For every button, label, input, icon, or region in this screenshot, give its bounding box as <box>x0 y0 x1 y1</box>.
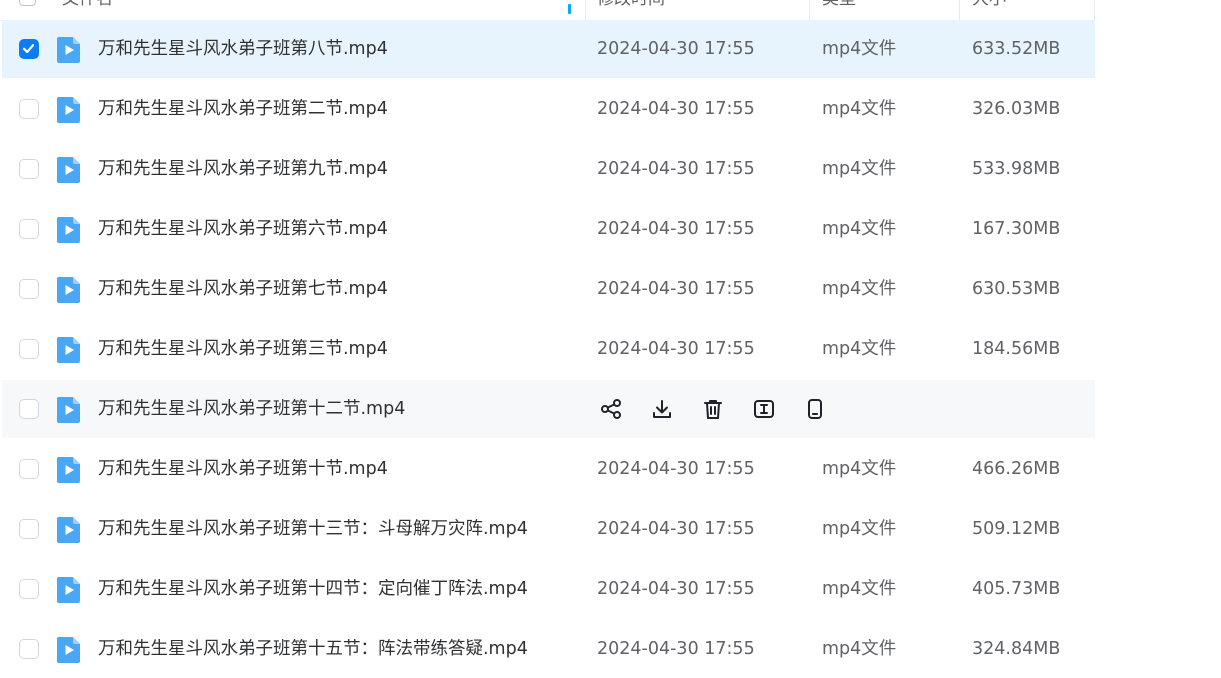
video-file-icon <box>56 636 82 664</box>
file-row-checkbox[interactable] <box>19 339 39 359</box>
video-file-icon <box>56 396 82 424</box>
file-name[interactable]: 万和先生星斗风水弟子班第八节.mp4 <box>98 20 388 78</box>
file-row-checkbox[interactable] <box>19 39 39 59</box>
file-name[interactable]: 万和先生星斗风水弟子班第九节.mp4 <box>98 140 388 198</box>
file-size: 630.53MB <box>972 279 1061 299</box>
file-size: 466.26MB <box>972 459 1061 479</box>
file-modified-time: 2024-04-30 17:55 <box>597 519 755 539</box>
file-type: mp4文件 <box>822 519 897 539</box>
file-name[interactable]: 万和先生星斗风水弟子班第六节.mp4 <box>98 200 388 258</box>
file-row[interactable]: 万和先生星斗风水弟子班第七节.mp4 2024-04-30 17:55 mp4文件 6… <box>2 260 1095 318</box>
file-row[interactable]: 万和先生星斗风水弟子班第十五节：阵法带练答疑.mp4 2024-04-30 17:… <box>2 620 1095 678</box>
file-size: 326.03MB <box>972 99 1061 119</box>
video-file-icon <box>56 276 82 304</box>
file-name[interactable]: 万和先生星斗风水弟子班第十四节：定向催丁阵法.mp4 <box>98 560 528 618</box>
file-size: 533.98MB <box>972 159 1061 179</box>
file-type: mp4文件 <box>822 219 897 239</box>
video-file-icon <box>56 156 82 184</box>
file-name[interactable]: 万和先生星斗风水弟子班第十二节.mp4 <box>98 380 405 438</box>
file-modified-time: 2024-04-30 17:55 <box>597 99 755 119</box>
file-modified-time: 2024-04-30 17:55 <box>597 459 755 479</box>
file-row[interactable]: 万和先生星斗风水弟子班第二节.mp4 2024-04-30 17:55 mp4文件 3… <box>2 80 1095 138</box>
file-modified-time: 2024-04-30 17:55 <box>597 159 755 179</box>
file-row[interactable]: 万和先生星斗风水弟子班第十二节.mp4 <box>2 380 1095 438</box>
video-file-icon <box>56 336 82 364</box>
check-icon <box>22 44 35 54</box>
sort-indicator-icon <box>568 4 571 14</box>
file-type: mp4文件 <box>822 99 897 119</box>
column-divider[interactable] <box>959 0 960 20</box>
rename-icon[interactable] <box>752 397 776 421</box>
file-row-checkbox[interactable] <box>19 639 39 659</box>
file-row[interactable]: 万和先生星斗风水弟子班第六节.mp4 2024-04-30 17:55 mp4文件 1… <box>2 200 1095 258</box>
mobile-icon[interactable] <box>803 397 827 421</box>
file-modified-time: 2024-04-30 17:55 <box>597 219 755 239</box>
file-name[interactable]: 万和先生星斗风水弟子班第十节.mp4 <box>98 440 388 498</box>
file-row[interactable]: 万和先生星斗风水弟子班第十四节：定向催丁阵法.mp4 2024-04-30 17:… <box>2 560 1095 618</box>
video-file-icon <box>56 96 82 124</box>
file-list-header: 文件名 修改时间 类型 大小 <box>0 0 1095 21</box>
file-modified-time: 2024-04-30 17:55 <box>597 339 755 359</box>
file-row-checkbox[interactable] <box>19 519 39 539</box>
file-name[interactable]: 万和先生星斗风水弟子班第十五节：阵法带练答疑.mp4 <box>98 620 528 678</box>
file-type: mp4文件 <box>822 459 897 479</box>
video-file-icon <box>56 36 82 64</box>
file-row-checkbox[interactable] <box>19 399 39 419</box>
file-type: mp4文件 <box>822 159 897 179</box>
file-name[interactable]: 万和先生星斗风水弟子班第三节.mp4 <box>98 320 388 378</box>
file-type: mp4文件 <box>822 639 897 659</box>
file-name[interactable]: 万和先生星斗风水弟子班第七节.mp4 <box>98 260 388 318</box>
delete-icon[interactable] <box>701 397 725 421</box>
file-modified-time: 2024-04-30 17:55 <box>597 579 755 599</box>
video-file-icon <box>56 456 82 484</box>
file-row-checkbox[interactable] <box>19 219 39 239</box>
select-all-checkbox[interactable] <box>19 0 36 6</box>
file-row-checkbox[interactable] <box>19 459 39 479</box>
file-type: mp4文件 <box>822 279 897 299</box>
file-size: 405.73MB <box>972 579 1061 599</box>
file-row-checkbox[interactable] <box>19 579 39 599</box>
column-divider <box>1094 0 1095 20</box>
file-size: 633.52MB <box>972 39 1061 59</box>
video-file-icon <box>56 216 82 244</box>
column-header-time[interactable]: 修改时间 <box>597 0 665 20</box>
file-size: 509.12MB <box>972 519 1061 539</box>
file-size: 167.30MB <box>972 219 1061 239</box>
file-row[interactable]: 万和先生星斗风水弟子班第八节.mp4 2024-04-30 17:55 mp4文件 6… <box>2 20 1095 78</box>
file-row-checkbox[interactable] <box>19 99 39 119</box>
file-name[interactable]: 万和先生星斗风水弟子班第二节.mp4 <box>98 80 388 138</box>
file-modified-time: 2024-04-30 17:55 <box>597 39 755 59</box>
file-type: mp4文件 <box>822 39 897 59</box>
share-icon[interactable] <box>599 397 623 421</box>
file-modified-time: 2024-04-30 17:55 <box>597 639 755 659</box>
column-divider[interactable] <box>585 0 586 20</box>
column-divider[interactable] <box>809 0 810 20</box>
video-file-icon <box>56 516 82 544</box>
file-modified-time: 2024-04-30 17:55 <box>597 279 755 299</box>
file-name[interactable]: 万和先生星斗风水弟子班第十三节：斗母解万灾阵.mp4 <box>98 500 528 558</box>
file-row-checkbox[interactable] <box>19 279 39 299</box>
download-icon[interactable] <box>650 397 674 421</box>
file-row[interactable]: 万和先生星斗风水弟子班第九节.mp4 2024-04-30 17:55 mp4文件 5… <box>2 140 1095 198</box>
file-type: mp4文件 <box>822 579 897 599</box>
video-file-icon <box>56 576 82 604</box>
file-size: 184.56MB <box>972 339 1061 359</box>
file-size: 324.84MB <box>972 639 1061 659</box>
column-header-name[interactable]: 文件名 <box>62 0 113 20</box>
file-row[interactable]: 万和先生星斗风水弟子班第十节.mp4 2024-04-30 17:55 mp4文件 4… <box>2 440 1095 498</box>
column-header-size[interactable]: 大小 <box>972 0 1006 20</box>
column-header-type[interactable]: 类型 <box>822 0 856 20</box>
file-row[interactable]: 万和先生星斗风水弟子班第十三节：斗母解万灾阵.mp4 2024-04-30 17:… <box>2 500 1095 558</box>
file-row-checkbox[interactable] <box>19 159 39 179</box>
file-type: mp4文件 <box>822 339 897 359</box>
file-row[interactable]: 万和先生星斗风水弟子班第三节.mp4 2024-04-30 17:55 mp4文件 1… <box>2 320 1095 378</box>
